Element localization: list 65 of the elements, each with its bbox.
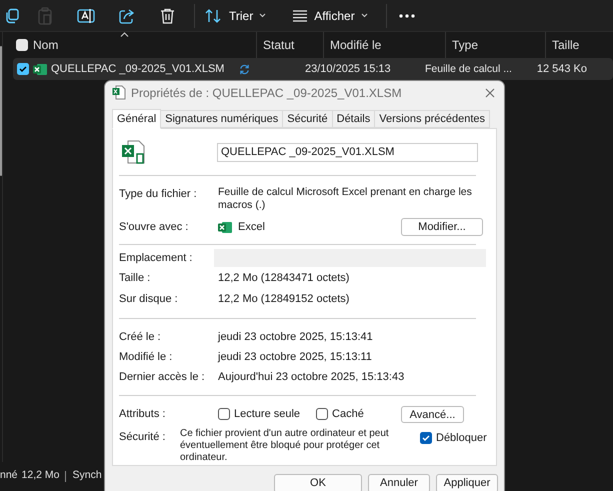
field-label: Taille : (119, 271, 152, 286)
field-value: Excel (238, 220, 265, 235)
field-label: Modifié le : (119, 350, 174, 365)
field-value: 12,2 Mo (12843471 octets) (218, 271, 350, 286)
dialog-button[interactable]: OK (274, 474, 362, 491)
status-text: nné (0, 468, 18, 484)
file-type: Feuille de calcul ... (425, 62, 512, 75)
field-label: Créé le : (119, 330, 162, 345)
sort-icon (205, 8, 223, 22)
file-name: QUELLEPAC _09-2025_V01.XLSM (51, 62, 224, 77)
status-text: 12,2 Mo (22, 468, 60, 484)
view-button[interactable]: Afficher (284, 2, 376, 30)
spreadsheet-icon (112, 85, 126, 100)
field-label: Sur disque : (119, 292, 179, 308)
spreadsheet-icon (33, 62, 47, 76)
dialog-button[interactable]: Appliquer (436, 474, 498, 491)
security-message: Ce fichier provient d'un autre ordinateur et peut éventuellement être bloqué pour protéger cet ordinateur. (180, 428, 390, 464)
field-value: Feuille de calcul Microsoft Excel prenant en charge les macros (.) (218, 186, 473, 212)
tab[interactable]: Versions précédentes (374, 110, 490, 128)
tab[interactable]: Détails (332, 110, 376, 128)
checkbox[interactable] (218, 408, 230, 420)
status-text: Synch (72, 468, 102, 484)
field-value: jeudi 23 octobre 2025, 15:13:41 (218, 330, 373, 345)
chevron-icon (360, 13, 368, 18)
checkbox-label: Lecture seule (234, 406, 300, 422)
file-row[interactable]: QUELLEPAC _09-2025_V01.XLSM 23/10/2025 15:13 Feuille de calcul ... 12 543 Ko (13, 58, 613, 80)
chevron-icon (259, 13, 266, 18)
tab[interactable]: Signatures numériques (160, 110, 284, 128)
dialog-button[interactable]: Annuler (368, 474, 430, 491)
advanced-button[interactable]: Avancé... (401, 406, 464, 422)
modified-date: 23/10/2025 15:13 (304, 62, 392, 77)
file-size: 12 543 Ko (536, 62, 587, 77)
checkbox[interactable] (420, 432, 432, 444)
file-name-field[interactable]: QUELLEPAC _09-2025_V01.XLSM (217, 142, 478, 162)
field-value: jeudi 23 octobre 2025, 15:13:11 (218, 350, 372, 365)
close-icon[interactable] (485, 88, 495, 98)
tab[interactable]: Sécurité (282, 110, 333, 128)
sync-icon (239, 64, 250, 74)
field-label: Emplacement : (119, 250, 194, 266)
sort-button[interactable]: Trier (197, 2, 274, 30)
tab[interactable]: Général (112, 109, 162, 129)
change-button[interactable]: Modifier... (401, 218, 483, 236)
rename-icon[interactable] (76, 8, 94, 24)
field-label: Dernier accès le : (119, 370, 206, 385)
more-icon[interactable] (398, 14, 415, 18)
checkbox[interactable] (17, 63, 29, 75)
field-value: 12,2 Mo (12849152 octets) (218, 292, 350, 308)
column-header[interactable]: Nom (33, 32, 256, 58)
excel-icon (218, 220, 232, 234)
scrollbar[interactable] (0, 46, 2, 176)
window-title: Propriétés de : QUELLEPAC _09-2025_V01.XLSM (131, 84, 402, 102)
trash-icon[interactable] (160, 8, 175, 24)
checkbox[interactable] (316, 408, 328, 420)
sort-caret-icon (120, 32, 129, 37)
field-label: Attributs : (119, 406, 166, 422)
checkbox-label: Caché (332, 406, 364, 422)
field-label: S'ouvre avec : (119, 220, 190, 235)
field-label: Type du fichier : (119, 187, 198, 202)
field-label: Sécurité : (119, 430, 166, 445)
copy-icon[interactable] (4, 8, 20, 24)
checkbox-label: Débloquer (436, 431, 487, 446)
field-value: Aujourd'hui 23 octobre 2025, 15:13:43 (218, 370, 404, 385)
list-icon (292, 10, 308, 22)
spreadsheet-icon (121, 139, 147, 165)
share-icon[interactable] (118, 8, 134, 24)
